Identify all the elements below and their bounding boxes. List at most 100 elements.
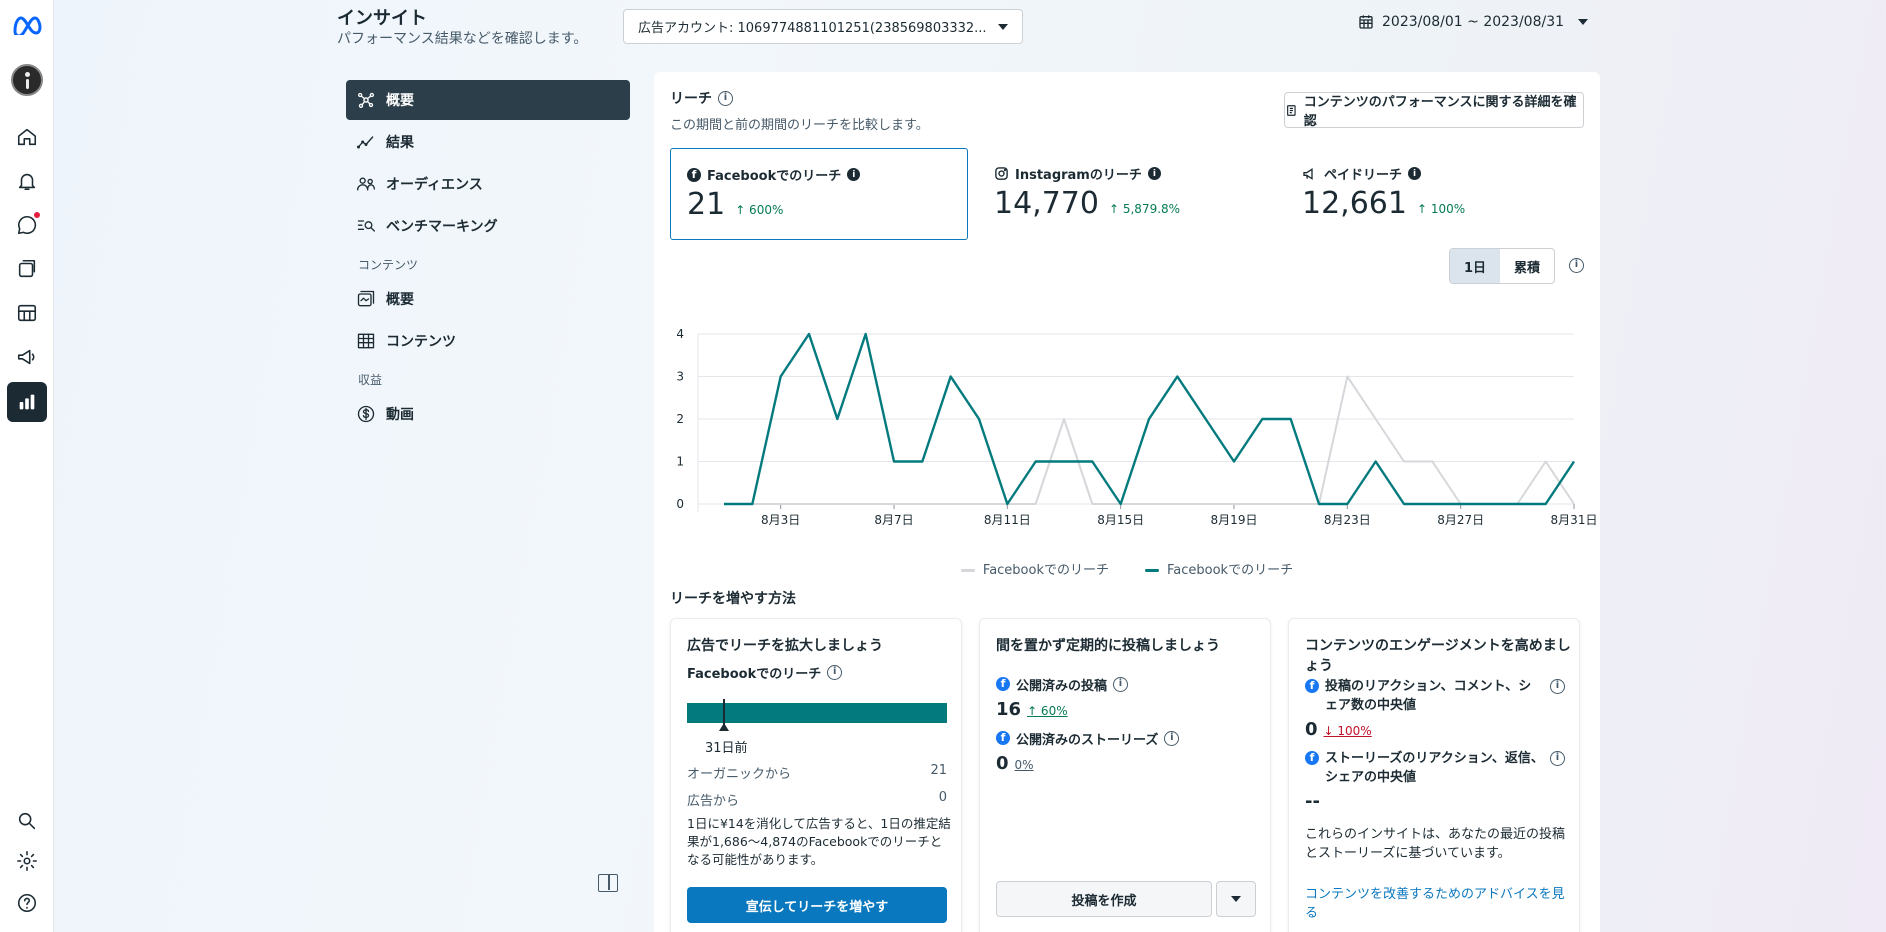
help-icon[interactable] — [10, 886, 44, 920]
story-median-label: f ストーリーズのリアクション、返信、シェアの中央値 i — [1305, 749, 1565, 787]
metric-facebook-reach[interactable]: f Facebookでのリーチ i 21 ↑ 600% — [670, 148, 968, 240]
create-post-dropdown[interactable] — [1216, 881, 1256, 917]
promote-button[interactable]: 宣伝してリーチを増やす — [687, 887, 947, 923]
series-line-previous — [724, 375, 1575, 505]
y-tick-label: 0 — [676, 497, 684, 511]
info-icon[interactable]: i — [1408, 167, 1422, 180]
x-tick-label: 8月27日 — [1437, 513, 1484, 527]
ad-account-selector[interactable]: 広告アカウント: 1069774881101251(238569803332..… — [623, 9, 1023, 44]
ads-card-subtitle: Facebookでのリーチ i — [687, 663, 843, 682]
y-tick-label: 2 — [676, 412, 684, 426]
metric-change: ↑ 600% — [735, 203, 784, 217]
legend-item-current[interactable]: Facebookでのリーチ — [1145, 559, 1293, 578]
nav-label: 結果 — [386, 135, 414, 151]
stat-value: 0 — [1305, 719, 1318, 740]
info-icon[interactable]: i — [1164, 731, 1180, 746]
nav-item-video[interactable]: 動画 — [346, 394, 630, 434]
chat-icon[interactable] — [10, 208, 44, 242]
instagram-icon — [995, 167, 1008, 180]
reach-line-chart: 0 1 2 3 4 8月3日 8月7日 8月11日 8月15日 8月19日 8月23日 8月27日 8月… — [676, 327, 1597, 527]
megaphone-icon[interactable] — [10, 340, 44, 374]
metric-value: 12,661 — [1302, 186, 1407, 221]
metric-instagram-reach[interactable]: Instagramのリーチ i 14,770 ↑ 5,879.8% — [978, 148, 1276, 240]
date-range-picker[interactable]: 2023/08/01 ~ 2023/08/31 — [1358, 14, 1589, 30]
nav-label: オーディエンス — [386, 177, 483, 193]
facebook-icon: f — [996, 677, 1010, 691]
x-tick-label: 8月7日 — [874, 513, 913, 527]
nav-item-audience[interactable]: オーディエンス — [346, 164, 630, 204]
gear-icon[interactable] — [10, 844, 44, 878]
info-icon[interactable]: i — [1550, 751, 1565, 766]
content-performance-button[interactable]: コンテンツのパフォーマンスに関する詳細を確認 — [1284, 92, 1584, 129]
nav-label: 概要 — [386, 93, 414, 109]
info-icon[interactable]: i — [1113, 677, 1129, 692]
facebook-icon: f — [996, 731, 1010, 745]
insights-icon[interactable] — [7, 382, 47, 422]
toggle-cumulative[interactable]: 累積 — [1500, 249, 1554, 283]
facebook-icon: f — [1305, 679, 1319, 693]
ads-card-sub-label: Facebookでのリーチ — [687, 667, 822, 682]
meta-logo-icon[interactable] — [10, 8, 44, 42]
reach-progress-bar — [687, 703, 947, 723]
metric-value: 14,770 — [994, 186, 1099, 221]
network-icon — [358, 92, 375, 109]
nav-item-content-overview[interactable]: 概要 — [346, 279, 630, 319]
info-icon[interactable]: i — [1569, 258, 1584, 273]
toggle-daily[interactable]: 1日 — [1450, 249, 1501, 283]
legend-item-previous[interactable]: Facebookでのリーチ — [960, 559, 1109, 578]
chevron-down-icon — [1231, 896, 1241, 902]
page-title: インサイト — [337, 8, 427, 29]
table-icon — [357, 333, 375, 349]
legend-label: Facebookでのリーチ — [982, 563, 1109, 578]
nav-item-results[interactable]: 結果 — [346, 122, 630, 162]
ads-value: 0 — [938, 790, 947, 805]
nav-label: ベンチマーキング — [386, 219, 498, 235]
nav-label: コンテンツ — [386, 334, 456, 350]
collapse-sidebar-icon[interactable] — [598, 874, 618, 892]
home-icon[interactable] — [10, 120, 44, 154]
pages-icon[interactable] — [10, 252, 44, 286]
metric-paid-reach[interactable]: ペイドリーチ i 12,661 ↑ 100% — [1286, 148, 1584, 240]
published-posts-value: 16 ↑ 60% — [996, 699, 1068, 720]
published-stories-label: f 公開済みのストーリーズ i — [996, 731, 1180, 750]
reach-panel: リーチ i この期間と前の期間のリーチを比較します。 コンテンツのパフォーマンス… — [654, 72, 1600, 932]
page-subtitle: パフォーマンス結果などを確認します。 — [337, 31, 588, 47]
organic-value: 21 — [930, 763, 947, 778]
ads-row: 広告から 0 — [687, 790, 947, 809]
info-icon[interactable]: i — [1147, 167, 1161, 180]
document-icon — [1287, 104, 1296, 116]
ad-account-label: 広告アカウント: 1069774881101251(238569803332..… — [638, 21, 987, 36]
content-advice-link[interactable]: コンテンツを改善するためのアドバイスを見る — [1305, 885, 1571, 923]
info-icon[interactable]: i — [718, 90, 733, 106]
search-icon[interactable] — [10, 804, 44, 838]
benchmark-icon — [357, 220, 375, 232]
nav-item-content[interactable]: コンテンツ — [346, 321, 630, 361]
stat-label: 公開済みの投稿 — [1016, 679, 1108, 694]
info-icon[interactable]: i — [847, 168, 861, 181]
metric-label: Instagramのリーチ — [1015, 168, 1142, 183]
info-icon[interactable]: i — [827, 665, 843, 680]
nav-label: 概要 — [386, 292, 414, 308]
nav-section-content: コンテンツ — [358, 258, 419, 272]
megaphone-icon — [1303, 167, 1313, 180]
nav-item-benchmarking[interactable]: ベンチマーキング — [346, 206, 630, 246]
metric-label: ペイドリーチ — [1324, 168, 1403, 183]
stat-value: 0 — [996, 753, 1009, 774]
y-tick-label: 4 — [676, 327, 684, 341]
bell-icon[interactable] — [10, 164, 44, 198]
published-posts-label: f 公開済みの投稿 i — [996, 677, 1129, 696]
published-stories-value: 0 0% — [996, 753, 1034, 774]
card-title: 広告でリーチを拡大しましょう — [687, 638, 883, 654]
create-post-button[interactable]: 投稿を作成 — [996, 881, 1212, 917]
avatar[interactable] — [11, 64, 43, 96]
ads-estimate-note: 1日に¥14を消化して広告すると、1日の推定結果が1,686～4,874のFac… — [687, 816, 951, 867]
engagement-card: コンテンツのエンゲージメントを高めましょう f 投稿のリアクション、コメント、シェ… — [1288, 618, 1580, 932]
people-icon — [357, 177, 375, 191]
stat-change: 0% — [1014, 758, 1034, 772]
nav-item-overview[interactable]: 概要 — [346, 80, 630, 120]
info-icon[interactable]: i — [1550, 679, 1565, 694]
table-icon[interactable] — [10, 296, 44, 330]
posting-card: 間を置かず定期的に投稿しましょう f 公開済みの投稿 i 16 ↑ 60% f 公開済み… — [979, 618, 1271, 932]
date-range-label: 2023/08/01 ~ 2023/08/31 — [1382, 14, 1565, 30]
stat-label: 公開済みのストーリーズ — [1016, 733, 1159, 748]
